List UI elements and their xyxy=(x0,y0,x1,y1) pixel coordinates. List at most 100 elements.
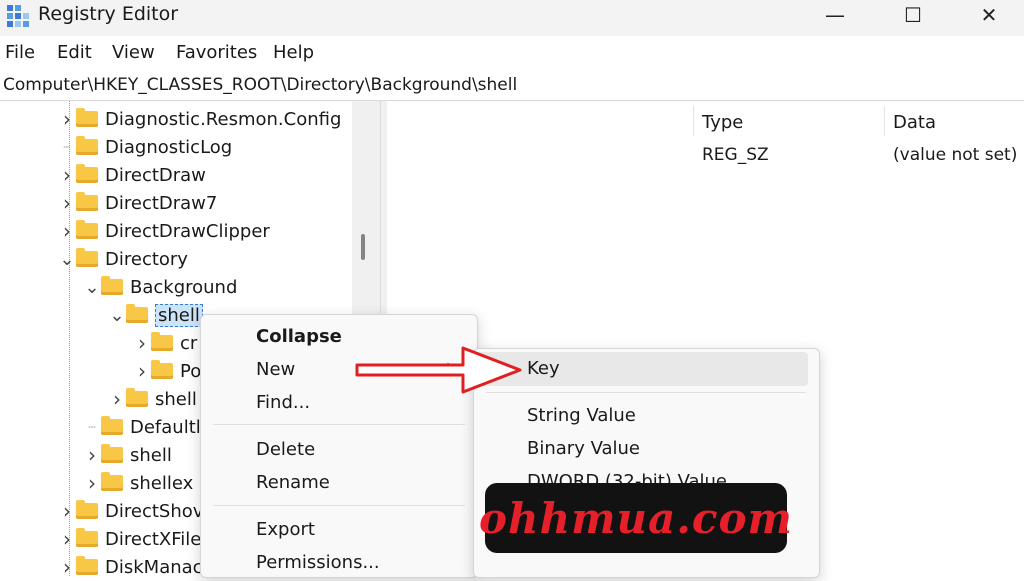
menu-edit[interactable]: Edit xyxy=(57,42,92,63)
tree-item-label: DirectDrawClipper xyxy=(105,220,270,242)
close-button[interactable]: ✕ xyxy=(966,0,1012,30)
tree-item-label: DirectDraw xyxy=(105,164,206,186)
folder-icon xyxy=(101,444,123,463)
chevron-right-icon[interactable]: › xyxy=(133,331,151,355)
chevron-right-icon[interactable]: › xyxy=(58,527,76,551)
folder-icon xyxy=(101,276,123,295)
red-arrow-annotation xyxy=(355,346,522,394)
chevron-down-icon[interactable]: ⌄ xyxy=(108,305,126,326)
tree-item[interactable]: › shell xyxy=(83,441,172,469)
folder-icon xyxy=(76,192,98,211)
tree-item[interactable]: › DirectXFile xyxy=(58,525,201,553)
menu-separator xyxy=(213,424,465,425)
folder-icon xyxy=(126,304,148,323)
chevron-right-icon[interactable]: › xyxy=(58,219,76,243)
column-header-type[interactable]: Type xyxy=(702,112,743,133)
menu-collapse[interactable]: Collapse xyxy=(256,326,342,347)
tree-item[interactable]: ⌄ Directory xyxy=(58,245,188,273)
close-icon: ✕ xyxy=(980,3,998,27)
menu-separator xyxy=(486,392,806,393)
maximize-button[interactable]: ☐ xyxy=(890,0,936,30)
chevron-right-icon[interactable]: › xyxy=(83,471,101,495)
tree-item-label: DirectShov xyxy=(105,500,204,522)
tree-item[interactable]: › Po xyxy=(133,357,201,385)
tree-item[interactable]: ⌄ shell xyxy=(108,301,203,329)
submenu-string-value[interactable]: String Value xyxy=(527,405,636,426)
tree-item-label: Background xyxy=(130,276,238,298)
chevron-right-icon[interactable]: › xyxy=(58,163,76,187)
chevron-right-icon[interactable]: › xyxy=(58,107,76,131)
tree-item[interactable]: › DirectShov xyxy=(58,497,203,525)
tree-item[interactable]: › DirectDraw7 xyxy=(58,189,217,217)
folder-icon xyxy=(76,164,98,183)
tree-item[interactable]: › DirectDraw xyxy=(58,161,206,189)
tree-item[interactable]: ⌄ Background xyxy=(83,273,237,301)
tree-item[interactable]: › shell xyxy=(108,385,197,413)
chevron-down-icon[interactable]: ⌄ xyxy=(58,249,76,270)
tree-connector: ┄ xyxy=(88,420,96,434)
tree-item[interactable]: ┄ DiagnosticLog xyxy=(58,133,232,161)
chevron-right-icon[interactable]: › xyxy=(58,499,76,523)
folder-icon xyxy=(76,248,98,267)
tree-item-label: shell xyxy=(130,444,172,466)
chevron-down-icon[interactable]: ⌄ xyxy=(83,277,101,298)
tree-item-label: Defaultl xyxy=(130,416,201,438)
watermark-text: ohhmua.com xyxy=(479,493,793,543)
minimize-icon: — xyxy=(825,3,845,27)
menu-favorites[interactable]: Favorites xyxy=(176,42,257,63)
tree-item-label: shellex xyxy=(130,472,194,494)
maximize-icon: ☐ xyxy=(904,3,922,27)
folder-icon xyxy=(76,108,98,127)
menu-separator xyxy=(213,505,465,506)
menu-rename[interactable]: Rename xyxy=(256,472,330,493)
address-path[interactable]: Computer\HKEY_CLASSES_ROOT\Directory\Bac… xyxy=(3,75,517,95)
minimize-button[interactable]: — xyxy=(812,0,858,30)
tree-item[interactable]: › Diagnostic.Resmon.Config xyxy=(58,105,341,133)
value-type-cell[interactable]: REG_SZ xyxy=(702,145,769,165)
tree-item-label: Diagnostic.Resmon.Config xyxy=(105,108,342,130)
tree-item[interactable]: › shellex xyxy=(83,469,193,497)
value-data-cell[interactable]: (value not set) xyxy=(893,145,1017,165)
chevron-right-icon[interactable]: › xyxy=(58,555,76,579)
chevron-right-icon[interactable]: › xyxy=(83,443,101,467)
tree-item-label: shell xyxy=(155,388,197,410)
tree-item[interactable]: › DiskManac xyxy=(58,553,203,581)
menu-permissions[interactable]: Permissions... xyxy=(256,552,380,573)
tree-item[interactable]: › cr xyxy=(133,329,197,357)
chevron-right-icon[interactable]: › xyxy=(133,359,151,383)
menu-file[interactable]: File xyxy=(5,42,35,63)
window-title: Registry Editor xyxy=(38,3,179,25)
tree-item[interactable]: ┄ Defaultl xyxy=(83,413,201,441)
column-separator[interactable] xyxy=(884,106,885,136)
folder-icon xyxy=(151,332,173,351)
tree-item-label: shell xyxy=(155,303,203,327)
submenu-binary-value[interactable]: Binary Value xyxy=(527,438,640,459)
chevron-right-icon[interactable]: › xyxy=(108,387,126,411)
tree-item-label: DiagnosticLog xyxy=(105,136,233,158)
folder-icon xyxy=(76,136,98,155)
column-header-data[interactable]: Data xyxy=(893,112,936,133)
chevron-right-icon[interactable]: › xyxy=(58,191,76,215)
menu-new[interactable]: New xyxy=(256,359,295,380)
tree-item-label: Po xyxy=(180,360,202,382)
folder-icon xyxy=(151,360,173,379)
submenu-key[interactable]: Key xyxy=(527,358,560,379)
submenu-hover-highlight xyxy=(476,352,808,386)
tree-scrollbar-thumb[interactable] xyxy=(361,234,365,260)
column-separator[interactable] xyxy=(693,106,694,136)
menu-view[interactable]: View xyxy=(112,42,155,63)
folder-icon xyxy=(76,556,98,575)
menu-delete[interactable]: Delete xyxy=(256,439,315,460)
menu-help[interactable]: Help xyxy=(273,42,314,63)
folder-icon xyxy=(101,416,123,435)
folder-icon xyxy=(126,388,148,407)
tree-item-label: DiskManac xyxy=(105,556,203,578)
tree-item-label: cr xyxy=(180,332,198,354)
tree-connector: ┄ xyxy=(63,140,71,154)
tree-item[interactable]: › DirectDrawClipper xyxy=(58,217,270,245)
folder-icon xyxy=(76,220,98,239)
menu-export[interactable]: Export xyxy=(256,519,315,540)
menu-find[interactable]: Find... xyxy=(256,392,310,413)
registry-editor-icon xyxy=(7,5,29,27)
folder-icon xyxy=(76,528,98,547)
